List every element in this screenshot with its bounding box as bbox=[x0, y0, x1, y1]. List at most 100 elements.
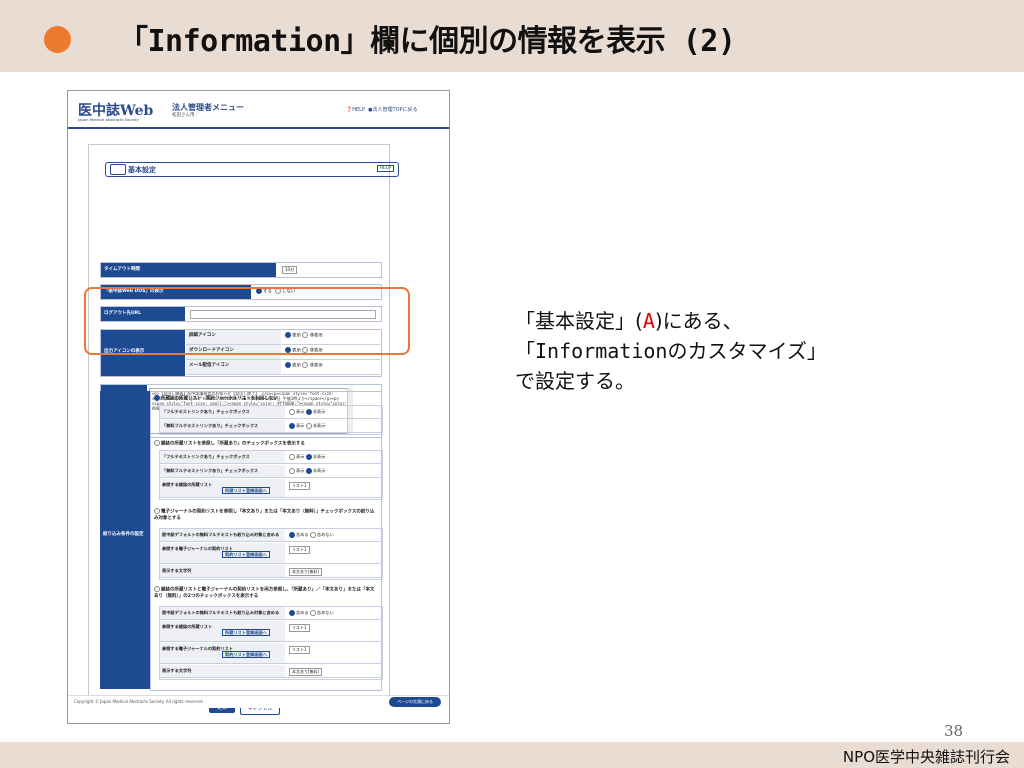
filter-option-2[interactable]: 雑誌の所蔵リストを参照し「所蔵あり」のチェックボックスを表示する bbox=[154, 440, 305, 447]
filter-option-4[interactable]: 雑誌の所蔵リストと電子ジャーナルの契約リストを両方参照し、「所蔵あり」／「本文あ… bbox=[154, 586, 378, 599]
filter-option-2-label: 雑誌の所蔵リストを参照し「所蔵あり」のチェックボックスを表示する bbox=[161, 441, 305, 447]
show-label: 表示 bbox=[296, 454, 305, 459]
mail-icon-label: メール配信アイコン bbox=[186, 360, 281, 375]
contract-select[interactable]: リスト1 bbox=[289, 646, 310, 654]
caption-line-3: で設定する。 bbox=[515, 369, 635, 393]
filter-option-3-radio[interactable] bbox=[154, 508, 160, 514]
filter-option-1[interactable]: 所蔵誌の所蔵リスト・契約ジャーナルリストを利用しない bbox=[154, 395, 278, 402]
mail-icon-options: 表示 非表示 bbox=[282, 360, 380, 375]
timeout-row: タイムアウト時間 10分 bbox=[100, 262, 382, 278]
free-fulltext-label: 「無料フルテキストリンクあり」チェックボックス bbox=[160, 420, 285, 432]
caption-line-1-start: 「基本設定」( bbox=[515, 309, 643, 333]
caption: 「基本設定」(A)にある、 「Informationのカスタマイズ」 で設定する… bbox=[515, 306, 827, 396]
radio[interactable] bbox=[289, 610, 295, 616]
top-link[interactable]: 法人管理TOPに戻る bbox=[373, 107, 418, 113]
fulltext-label: 「フルテキストリンクあり」チェックボックス bbox=[160, 406, 285, 418]
title-bar: 「Information」欄に個別の情報を表示 (2) bbox=[0, 0, 1024, 72]
display-text-label: 表示する文字列 bbox=[160, 565, 285, 577]
filter-option-4-label: 雑誌の所蔵リストと電子ジャーナルの契約リストを両方参照し、「所蔵あり」／「本文あ… bbox=[154, 587, 375, 599]
radio[interactable] bbox=[289, 454, 295, 460]
filter-option-2-radio[interactable] bbox=[154, 440, 160, 446]
filter-option-3-label: 電子ジャーナルの契約リストを参照し「本文あり」または「本文あり（無料）」チェック… bbox=[154, 509, 375, 521]
caption-line-1-end: )にある、 bbox=[654, 309, 743, 333]
contract-button[interactable]: 契約リスト登録画面へ bbox=[222, 651, 270, 658]
radio[interactable] bbox=[305, 468, 312, 474]
copyright: Copyright © Japan Medical Abstracts Soci… bbox=[74, 699, 204, 704]
hide-label: 非表示 bbox=[312, 423, 326, 428]
hide-label: 非表示 bbox=[312, 409, 326, 414]
page-top-button[interactable]: ページの先頭に戻る bbox=[389, 697, 441, 707]
default-free-label: 医中誌デフォルトの無料フルテキストも絞り込み対象に含める bbox=[160, 529, 285, 541]
help-link[interactable]: HELP bbox=[352, 107, 365, 113]
caption-line-1: 「基本設定」(A)にある、 bbox=[515, 306, 827, 336]
mail-show-radio[interactable] bbox=[285, 362, 291, 368]
filter-option-1-label: 所蔵誌の所蔵リスト・契約ジャーナルリストを利用しない bbox=[161, 396, 278, 402]
hide-label: 非表示 bbox=[312, 454, 326, 459]
options: 含める 含めない bbox=[287, 607, 382, 619]
top-links: ❓HELP ●法人管理TOPに戻る bbox=[346, 106, 418, 113]
holdings-button[interactable]: 所蔵リスト登録画面へ bbox=[222, 629, 270, 636]
options: リスト1 bbox=[287, 479, 382, 491]
table-row: 「フルテキストリンクあり」チェックボックス 表示 非表示 bbox=[160, 451, 382, 464]
panel-help-button[interactable]: HELP bbox=[376, 165, 394, 172]
table-row: 「フルテキストリンクあり」チェックボックス 表示 非表示 bbox=[160, 406, 382, 419]
show-label: 表示 bbox=[292, 363, 301, 369]
holdings-button[interactable]: 所蔵リスト登録画面へ bbox=[222, 487, 270, 494]
radio[interactable] bbox=[309, 610, 316, 616]
options: リスト1 bbox=[287, 643, 382, 655]
show-label: 表示 bbox=[296, 409, 305, 414]
table-row: 「無料フルテキストリンクあり」チェックボックス 表示 非表示 bbox=[160, 465, 382, 478]
holdings-cell: 参照する雑誌の所蔵リスト所蔵リスト登録画面へ bbox=[160, 621, 285, 641]
contract-select[interactable]: リスト1 bbox=[289, 546, 310, 554]
radio[interactable] bbox=[289, 532, 295, 538]
include-label: 含める bbox=[296, 532, 309, 537]
holdings-select[interactable]: リスト1 bbox=[289, 482, 310, 490]
mail-hide-radio[interactable] bbox=[302, 362, 309, 368]
timeout-select[interactable]: 10分 bbox=[279, 263, 300, 277]
filter-table-4: 医中誌デフォルトの無料フルテキストも絞り込み対象に含める 含める 含めない 参照す… bbox=[159, 606, 383, 680]
footer-text: NPO医学中央雑誌刊行会 bbox=[842, 748, 1010, 766]
table-row: 医中誌デフォルトの無料フルテキストも絞り込み対象に含める 含める 含めない bbox=[160, 529, 382, 542]
fulltext-label: 「フルテキストリンクあり」チェックボックス bbox=[160, 451, 285, 463]
holdings-label: 参照する雑誌の所蔵リスト bbox=[162, 482, 213, 487]
embedded-screenshot: 医中誌Web Japan Medical Abstracts Society 法… bbox=[67, 90, 450, 724]
filter-option-1-radio[interactable] bbox=[154, 395, 160, 401]
holdings-select[interactable]: リスト1 bbox=[289, 624, 310, 632]
display-text-select[interactable]: 本文あり[無料] bbox=[289, 668, 323, 676]
radio[interactable] bbox=[305, 454, 312, 460]
hide-label: 非表示 bbox=[312, 468, 326, 473]
options: 含める 含めない bbox=[287, 529, 382, 541]
logo-subtitle: Japan Medical Abstracts Society bbox=[78, 117, 139, 122]
radio[interactable] bbox=[305, 409, 312, 415]
display-text-select[interactable]: 本文あり[無料] bbox=[289, 568, 323, 576]
filter-table-1: 「フルテキストリンクあり」チェックボックス 表示 非表示 「無料フルテキストリンク… bbox=[159, 405, 383, 435]
contract-cell: 参照する電子ジャーナルの契約リスト 契約リスト登録画面へ bbox=[160, 543, 285, 563]
bullet-icon bbox=[44, 26, 71, 53]
panel-title-box: 基本設定 HELP bbox=[105, 162, 399, 177]
holdings-label: 参照する雑誌の所蔵リスト bbox=[162, 624, 213, 629]
filter-option-3[interactable]: 電子ジャーナルの契約リストを参照し「本文あり」または「本文あり（無料）」チェック… bbox=[154, 508, 378, 521]
table-row: 医中誌デフォルトの無料フルテキストも絞り込み対象に含める 含める 含めない bbox=[160, 607, 382, 620]
radio[interactable] bbox=[289, 423, 295, 429]
options: 本文あり[無料] bbox=[287, 665, 382, 677]
table-row: 表示する文字列 本文あり[無料] bbox=[160, 565, 382, 578]
radio[interactable] bbox=[289, 468, 295, 474]
hide-label: 非表示 bbox=[309, 363, 323, 369]
filter-option-4-radio[interactable] bbox=[154, 586, 160, 592]
options: リスト1 bbox=[287, 543, 382, 555]
table-row: 参照する雑誌の所蔵リスト 所蔵リスト登録画面へ リスト1 bbox=[160, 621, 382, 642]
filter-label-cell: 絞り込み条件の設定 bbox=[100, 391, 150, 689]
screenshot-header: 医中誌Web Japan Medical Abstracts Society 法… bbox=[68, 91, 449, 129]
table-row: 参照する電子ジャーナルの契約リスト 契約リスト登録画面へ リスト1 bbox=[160, 643, 382, 664]
radio[interactable] bbox=[305, 423, 312, 429]
include-label: 含める bbox=[296, 610, 309, 615]
menu-subtitle: 松田さん用／ bbox=[172, 113, 199, 118]
contract-cell: 参照する電子ジャーナルの契約リスト 契約リスト登録画面へ bbox=[160, 643, 285, 663]
screenshot-body: 基本設定 HELP タイムアウト時間 10分 「医中誌Web DOS」の表示 す… bbox=[68, 129, 449, 715]
radio[interactable] bbox=[309, 532, 316, 538]
options: リスト1 bbox=[287, 621, 382, 633]
contract-button[interactable]: 契約リスト登録画面へ bbox=[222, 551, 270, 558]
timeout-label: タイムアウト時間 bbox=[101, 263, 276, 277]
exclude-label: 含めない bbox=[316, 610, 334, 615]
radio[interactable] bbox=[289, 409, 295, 415]
